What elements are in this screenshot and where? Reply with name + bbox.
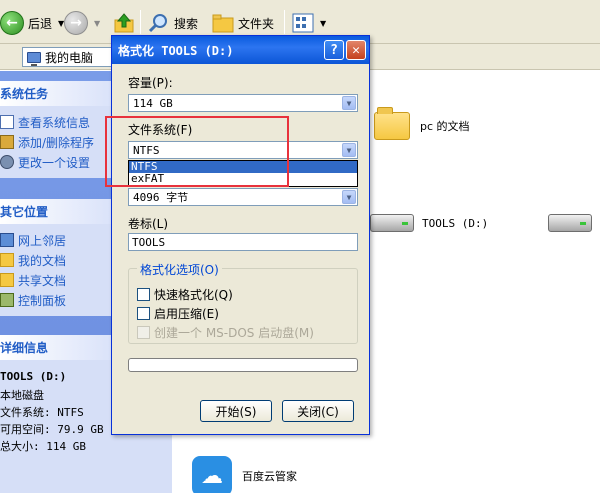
dialog-title: 格式化 TOOLS (D:) (118, 43, 234, 58)
search-icon (148, 14, 167, 33)
volume-label-value: TOOLS (132, 235, 166, 249)
search-button[interactable]: 搜索 (148, 9, 198, 37)
folders-button[interactable]: 文件夹 (212, 9, 274, 37)
task-label: 查看系统信息 (18, 115, 91, 130)
item-label: TOOLS (D:) (422, 216, 489, 230)
system-info-icon (0, 115, 14, 129)
task-label: 添加/删除程序 (18, 135, 95, 150)
chevron-down-icon[interactable]: ▼ (342, 190, 356, 204)
format-dialog: 格式化 TOOLS (D:) ? ✕ 容量(P): 114 GB ▼ 文件系统(… (111, 35, 370, 435)
views-icon (292, 13, 314, 33)
checkbox-box[interactable] (137, 307, 150, 320)
close-button[interactable]: 关闭(C) (282, 400, 354, 422)
folder-icon (374, 107, 410, 140)
address-value: 我的电脑 (45, 50, 94, 65)
msdos-boot-checkbox: 创建一个 MS-DOS 启动盘(M) (137, 324, 314, 341)
cluster-size-value: 4096 字节 (133, 191, 189, 204)
format-progress-bar (128, 358, 358, 372)
folders-label: 文件夹 (238, 16, 275, 31)
checkbox-label: 启用压缩(E) (154, 307, 219, 321)
up-folder-icon (114, 13, 134, 33)
place-label: 共享文档 (18, 273, 67, 288)
baidu-cloud-item[interactable]: ☁ 百度云管家 (192, 456, 297, 493)
hard-drive-icon (370, 214, 414, 232)
close-window-button[interactable]: ✕ (346, 40, 366, 60)
checkbox-label: 快速格式化(Q) (154, 288, 233, 302)
item-label: pc 的文档 (420, 120, 470, 133)
drive-d-item[interactable]: TOOLS (D:) (370, 214, 488, 232)
search-label: 搜索 (174, 16, 199, 31)
back-arrow-icon: ← (0, 11, 24, 35)
checkbox-label: 创建一个 MS-DOS 启动盘(M) (154, 326, 314, 340)
up-folder-button[interactable] (112, 9, 136, 37)
dialog-title-bar[interactable]: 格式化 TOOLS (D:) ? ✕ (112, 36, 369, 64)
checkbox-box (137, 326, 150, 339)
task-label: 更改一个设置 (18, 155, 91, 170)
chevron-down-icon[interactable]: ▼ (94, 19, 100, 28)
capacity-label: 容量(P): (128, 76, 173, 90)
compression-checkbox[interactable]: 启用压缩(E) (137, 305, 219, 322)
checkbox-box[interactable] (137, 288, 150, 301)
quick-format-checkbox[interactable]: 快速格式化(Q) (137, 286, 233, 303)
shared-folder-icon (0, 273, 14, 287)
network-icon (0, 233, 14, 247)
place-label: 我的文档 (18, 253, 67, 268)
computer-icon (27, 51, 41, 66)
my-documents-item[interactable]: pc 的文档 (374, 107, 470, 140)
programs-icon (0, 135, 14, 149)
annotation-highlight-box (105, 116, 289, 187)
control-panel-icon (0, 293, 14, 307)
forward-arrow-icon: → (64, 11, 88, 35)
back-button[interactable]: ← 后退 ▼ (0, 9, 64, 37)
volume-label-input[interactable]: TOOLS (128, 233, 358, 251)
detail-total-size: 总大小: 114 GB (0, 440, 86, 453)
volume-label-label: 卷标(L) (128, 217, 169, 231)
capacity-select[interactable]: 114 GB ▼ (128, 94, 358, 112)
capacity-value: 114 GB (133, 96, 173, 110)
back-label: 后退 (28, 16, 53, 31)
folder-icon (212, 14, 234, 33)
place-label: 网上邻居 (18, 233, 67, 248)
cluster-size-select[interactable]: 4096 字节 ▼ (128, 188, 358, 206)
format-options-title: 格式化选项(O) (137, 261, 222, 278)
views-button[interactable]: ▼ (292, 9, 326, 37)
start-button[interactable]: 开始(S) (200, 400, 272, 422)
chevron-down-icon[interactable]: ▼ (342, 96, 356, 110)
chevron-down-icon[interactable]: ▼ (342, 143, 356, 157)
item-label: 百度云管家 (242, 470, 297, 483)
settings-icon (0, 155, 14, 169)
help-button[interactable]: ? (324, 40, 344, 60)
cloud-icon: ☁ (192, 456, 232, 493)
drive-e-item[interactable] (548, 214, 592, 232)
place-label: 控制面板 (18, 293, 67, 308)
forward-button[interactable]: → ▼ (64, 9, 100, 37)
hard-drive-icon (548, 214, 592, 232)
documents-folder-icon (0, 253, 14, 267)
chevron-down-icon[interactable]: ▼ (320, 19, 326, 28)
format-options-group: 格式化选项(O) 快速格式化(Q) 启用压缩(E) 创建一个 MS-DOS 启动… (128, 261, 358, 344)
